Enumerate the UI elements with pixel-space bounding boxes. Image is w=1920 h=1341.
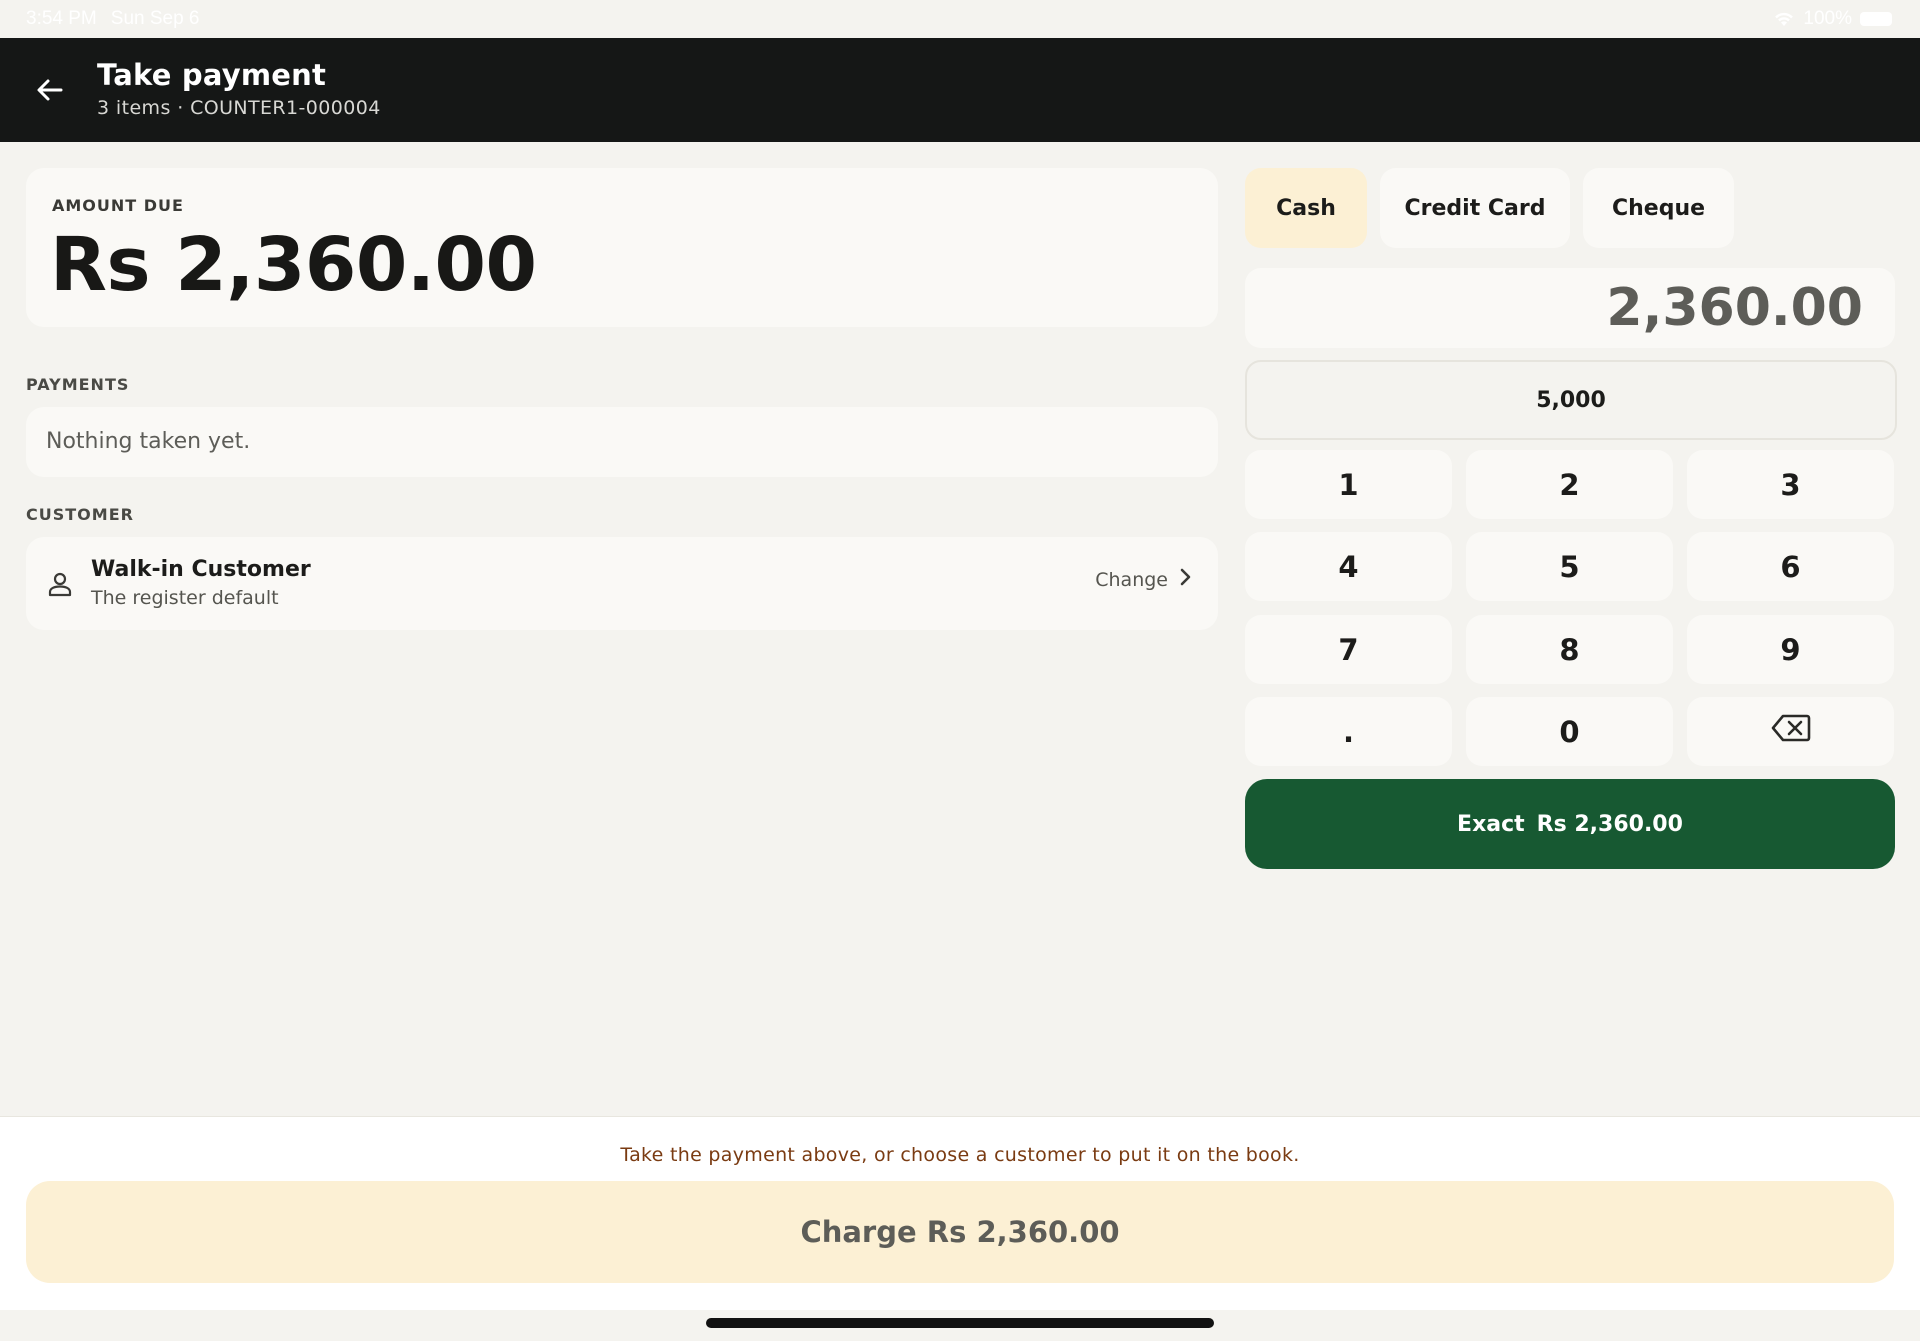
- change-customer-button[interactable]: Change: [1095, 567, 1192, 592]
- keypad-key-2[interactable]: 2: [1466, 450, 1673, 519]
- keypad-key-4[interactable]: 4: [1245, 532, 1452, 601]
- payments-list: Nothing taken yet.: [26, 407, 1218, 477]
- tab-credit-card[interactable]: Credit Card: [1380, 168, 1570, 248]
- wifi-icon: [1773, 11, 1795, 27]
- chevron-right-icon: [1178, 567, 1192, 592]
- keypad-key-7[interactable]: 7: [1245, 615, 1452, 684]
- tab-cash[interactable]: Cash: [1245, 168, 1367, 248]
- keypad-key-0[interactable]: 0: [1466, 697, 1673, 766]
- back-button[interactable]: [26, 68, 74, 116]
- tab-cheque[interactable]: Cheque: [1583, 168, 1734, 248]
- keypad-key-decimal[interactable]: .: [1245, 697, 1452, 766]
- backspace-icon: [1771, 713, 1811, 750]
- page-subtitle: 3 items · COUNTER1-000004: [97, 97, 381, 119]
- amount-due-card: AMOUNT DUE Rs 2,360.00: [26, 168, 1218, 327]
- status-time: 3:54 PM: [26, 8, 97, 29]
- customer-row[interactable]: Walk-in Customer The register default Ch…: [26, 537, 1218, 630]
- exact-label: Exact: [1457, 811, 1525, 837]
- person-icon: [46, 570, 74, 598]
- page-title: Take payment: [97, 58, 327, 92]
- app-header: Take payment 3 items · COUNTER1-000004: [0, 38, 1920, 142]
- payments-empty-text: Nothing taken yet.: [46, 429, 251, 454]
- amount-entry-display: 2,360.00: [1245, 268, 1895, 348]
- battery-icon: [1860, 12, 1892, 26]
- keypad-key-9[interactable]: 9: [1687, 615, 1894, 684]
- change-customer-label: Change: [1095, 568, 1168, 591]
- arrow-left-icon: [35, 75, 65, 109]
- keypad-key-8[interactable]: 8: [1466, 615, 1673, 684]
- backspace-button[interactable]: [1687, 697, 1894, 766]
- home-indicator: [706, 1318, 1214, 1328]
- amount-due-label: AMOUNT DUE: [52, 196, 184, 215]
- customer-subtitle: The register default: [91, 587, 279, 609]
- status-indicators: 100%: [1773, 8, 1892, 30]
- amount-due-value: Rs 2,360.00: [50, 222, 537, 308]
- exact-amount: Rs 2,360.00: [1536, 811, 1683, 837]
- payments-section-label: PAYMENTS: [26, 375, 130, 394]
- quick-amount-button[interactable]: 5,000: [1245, 360, 1897, 440]
- footer-hint: Take the payment above, or choose a cust…: [620, 1144, 1300, 1166]
- status-date: Sun Sep 6: [110, 8, 200, 29]
- keypad-key-6[interactable]: 6: [1687, 532, 1894, 601]
- status-time-date: 3:54 PM Sun Sep 6: [26, 8, 200, 30]
- keypad-key-1[interactable]: 1: [1245, 450, 1452, 519]
- battery-percent: 100%: [1803, 8, 1852, 29]
- amount-entry-value: 2,360.00: [1606, 278, 1863, 338]
- customer-name: Walk-in Customer: [91, 557, 311, 582]
- customer-section-label: CUSTOMER: [26, 505, 134, 524]
- charge-button[interactable]: Charge Rs 2,360.00: [26, 1181, 1894, 1283]
- keypad-key-3[interactable]: 3: [1687, 450, 1894, 519]
- keypad-key-5[interactable]: 5: [1466, 532, 1673, 601]
- exact-amount-button[interactable]: Exact Rs 2,360.00: [1245, 779, 1895, 869]
- footer: Take the payment above, or choose a cust…: [0, 1116, 1920, 1310]
- status-bar: 3:54 PM Sun Sep 6 100%: [0, 0, 1920, 38]
